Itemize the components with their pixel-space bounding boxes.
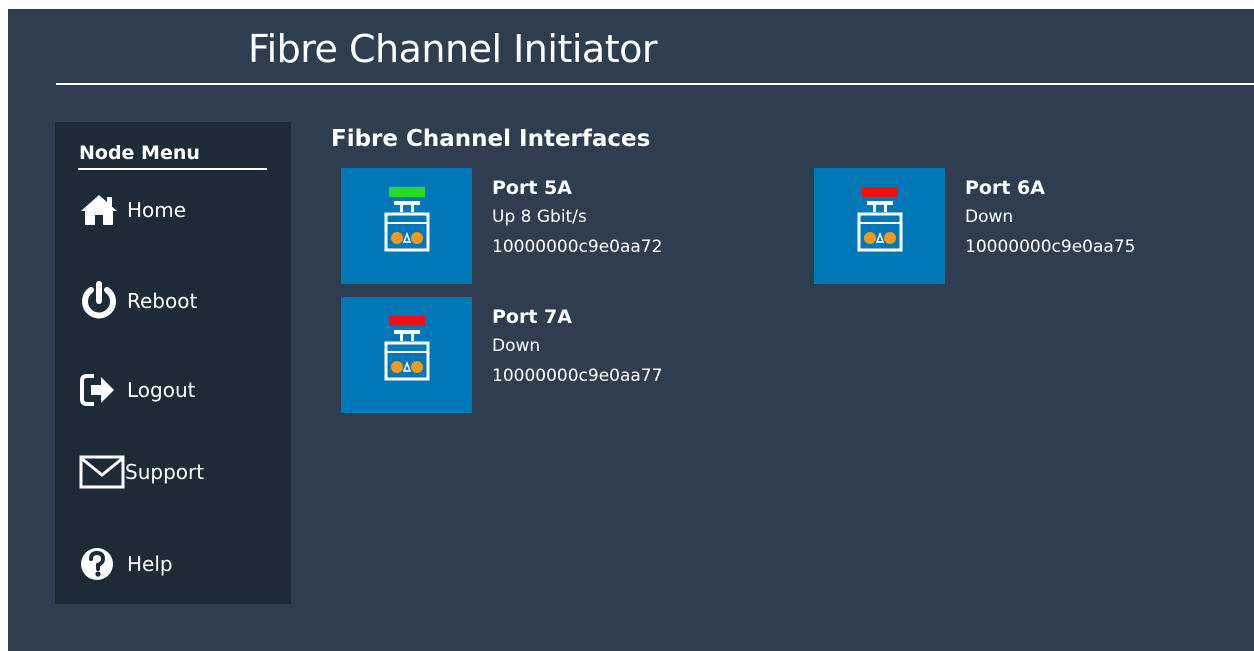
port-wwn: 10000000c9e0aa72 xyxy=(492,237,663,257)
port-status: Up 8 Gbit/s xyxy=(492,207,587,227)
port-name: Port 5A xyxy=(492,177,572,199)
port-info: Port 5A Up 8 Gbit/s 10000000c9e0aa72 xyxy=(492,174,662,262)
menu-item-support[interactable]: Support xyxy=(79,450,279,494)
port-name: Port 6A xyxy=(965,177,1045,199)
app-window: Fibre Channel Initiator Node Menu Home R… xyxy=(8,9,1254,651)
home-icon xyxy=(79,190,127,230)
title-divider xyxy=(56,83,1254,85)
port-card-5a[interactable]: Port 5A Up 8 Gbit/s 10000000c9e0aa72 xyxy=(341,168,841,286)
menu-item-label: Support xyxy=(125,460,205,484)
port-wwn: 10000000c9e0aa75 xyxy=(965,237,1136,257)
port-name: Port 7A xyxy=(492,306,572,328)
section-title: Fibre Channel Interfaces xyxy=(331,126,651,152)
port-status: Down xyxy=(965,207,1014,227)
menu-item-help[interactable]: Help xyxy=(79,542,279,586)
fibre-port-icon xyxy=(384,316,430,381)
port-status: Down xyxy=(492,336,541,356)
node-menu-heading: Node Menu xyxy=(79,142,200,164)
menu-item-label: Reboot xyxy=(127,289,198,313)
port-tile xyxy=(341,297,472,413)
menu-item-label: Logout xyxy=(127,378,196,402)
port-info: Port 7A Down 10000000c9e0aa77 xyxy=(492,303,662,391)
port-wwn: 10000000c9e0aa77 xyxy=(492,366,663,386)
port-card-6a[interactable]: Port 6A Down 10000000c9e0aa75 xyxy=(814,168,1244,286)
port-card-7a[interactable]: Port 7A Down 10000000c9e0aa77 xyxy=(341,297,841,415)
menu-item-label: Home xyxy=(127,198,187,222)
menu-item-label: Help xyxy=(127,552,173,576)
port-info: Port 6A Down 10000000c9e0aa75 xyxy=(965,174,1135,262)
help-icon xyxy=(79,544,127,584)
menu-item-logout[interactable]: Logout xyxy=(79,368,279,412)
node-menu-divider xyxy=(78,168,267,170)
port-tile xyxy=(341,168,472,284)
envelope-icon xyxy=(79,452,125,492)
menu-item-home[interactable]: Home xyxy=(79,188,279,232)
port-tile xyxy=(814,168,945,284)
fibre-port-icon xyxy=(857,187,903,252)
page-title: Fibre Channel Initiator xyxy=(248,27,657,71)
logout-icon xyxy=(79,370,127,410)
power-icon xyxy=(79,281,127,321)
fibre-port-icon xyxy=(384,187,430,252)
menu-item-reboot[interactable]: Reboot xyxy=(79,279,279,323)
node-menu: Node Menu Home Reboot Logout Support Hel… xyxy=(55,122,291,604)
